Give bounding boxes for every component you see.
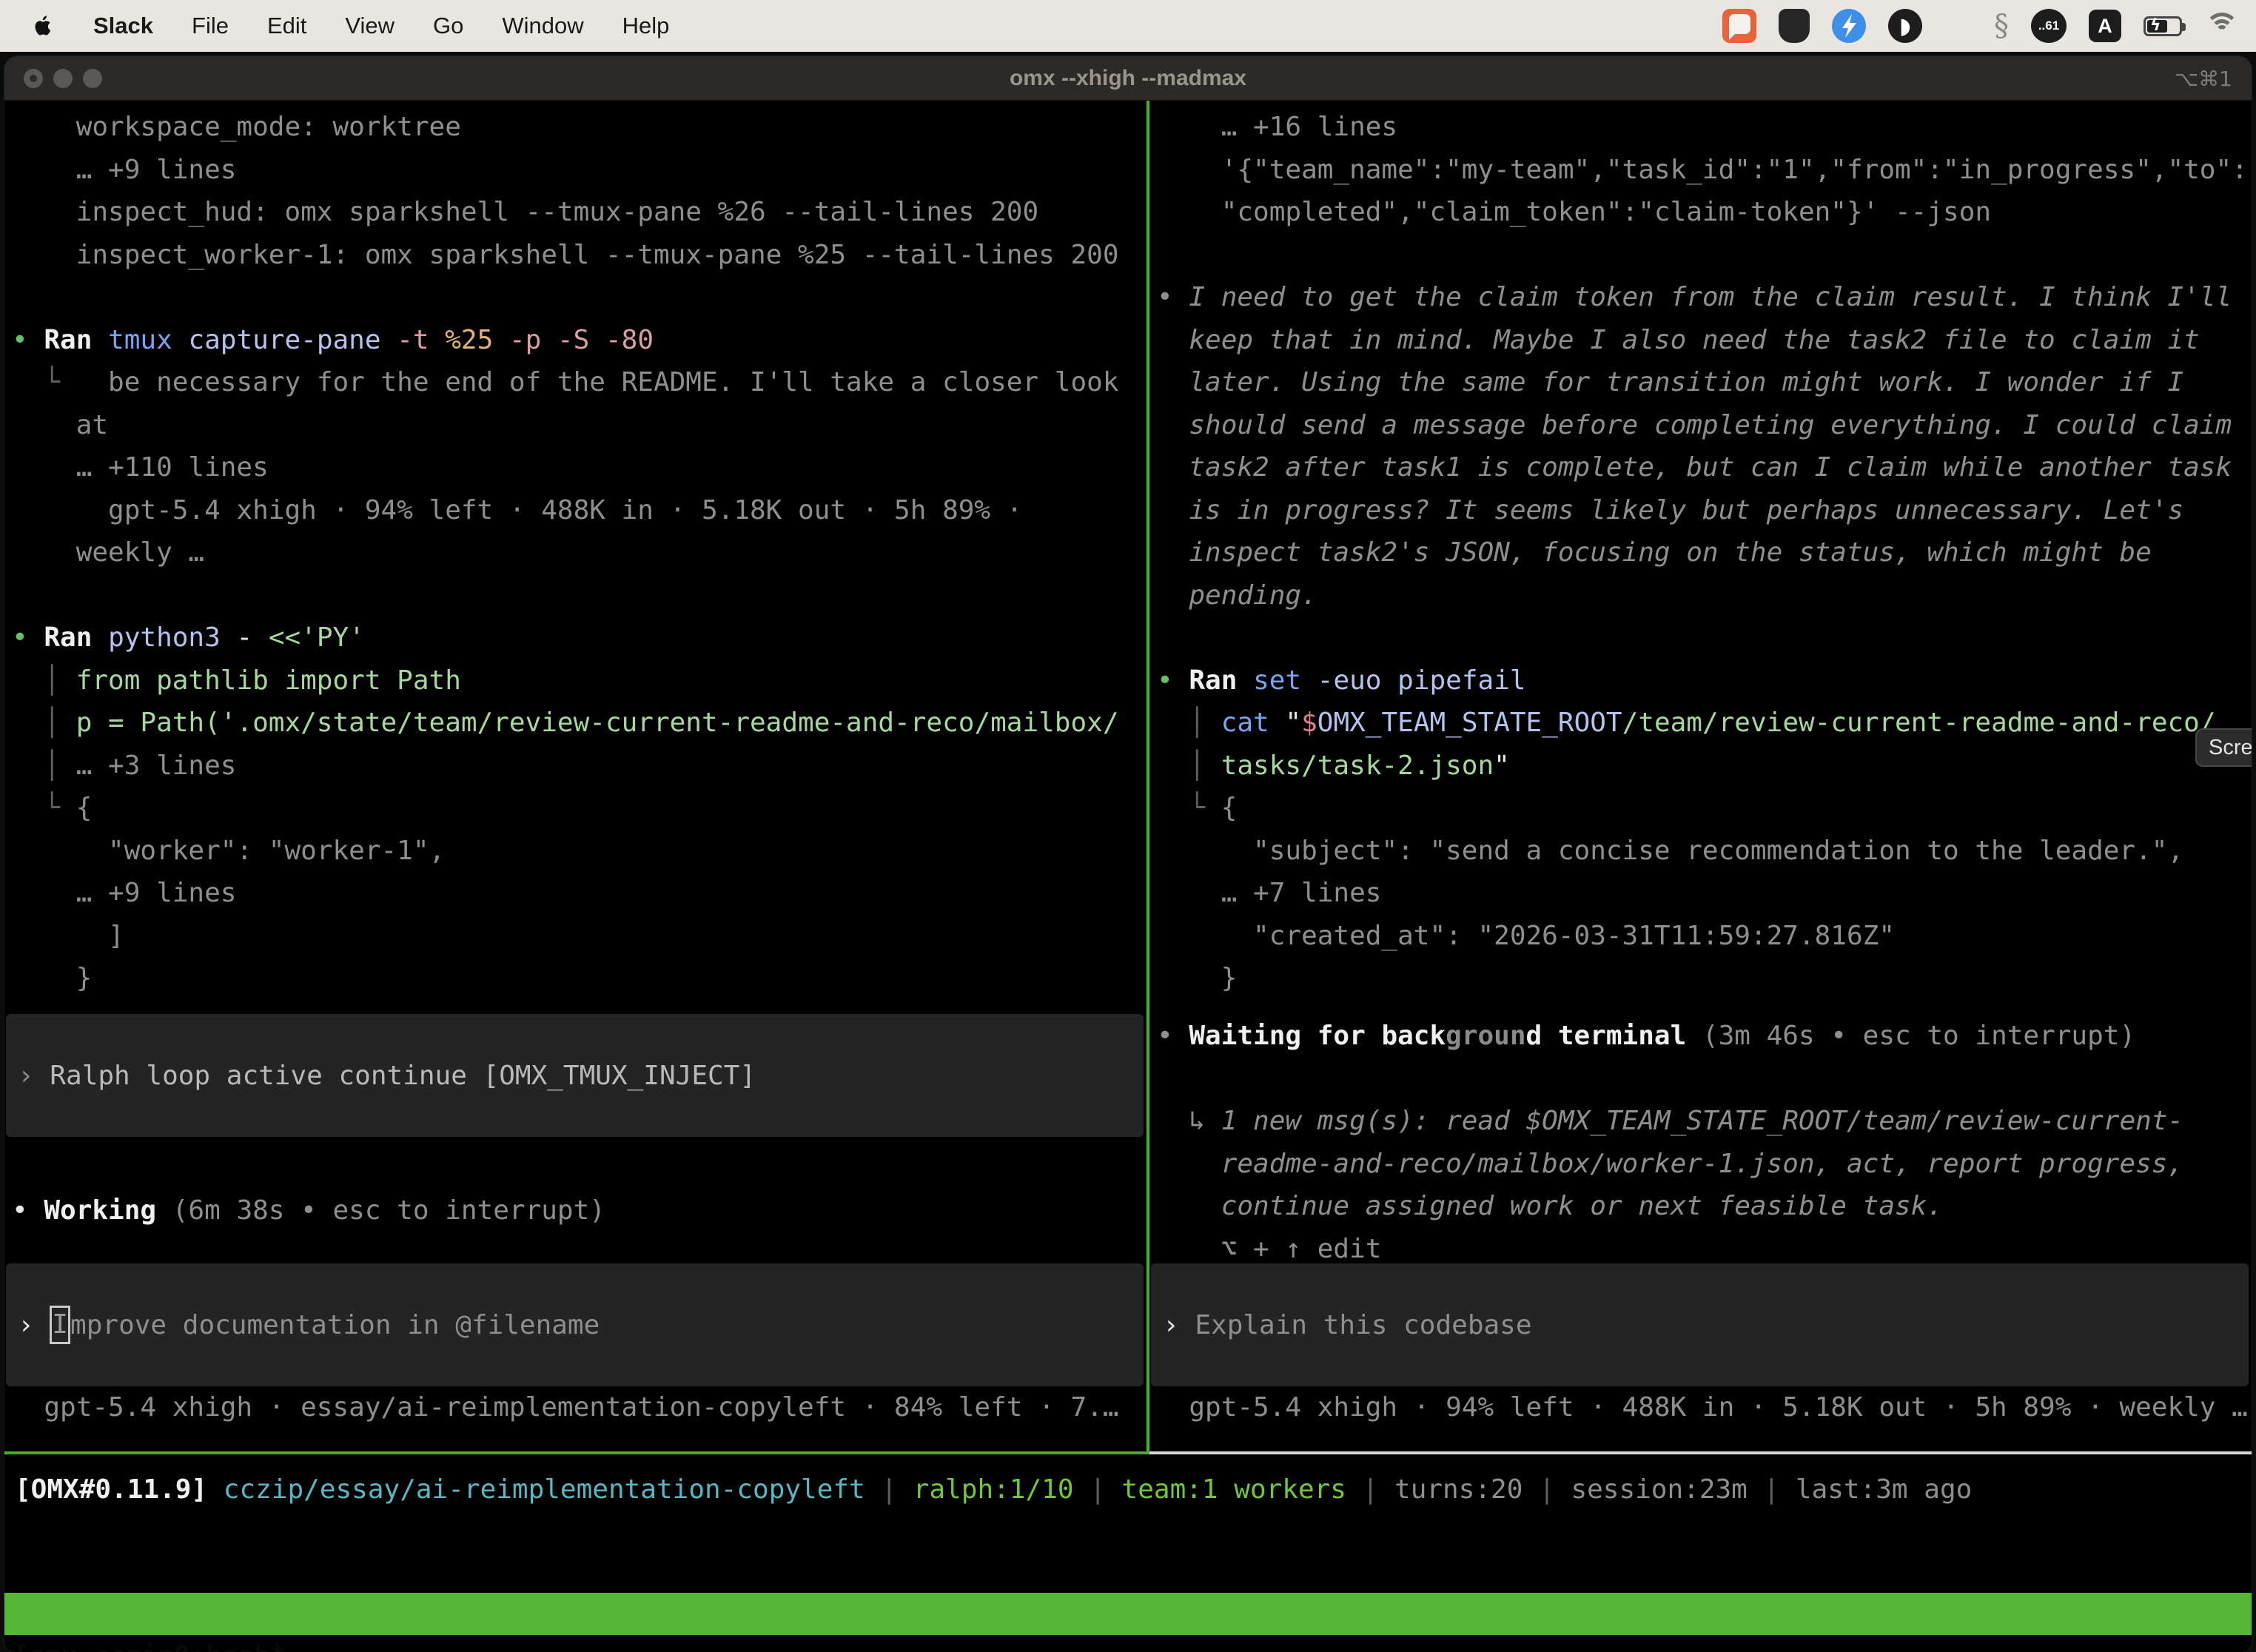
- screen-tooltip: Scre: [2195, 728, 2252, 767]
- terminal-line: │ from pathlib import Path: [12, 659, 1147, 702]
- chat-app-icon[interactable]: [1722, 9, 1756, 43]
- terminal-line: [12, 574, 1147, 617]
- terminal-line: … +7 lines: [1157, 872, 2252, 915]
- shield-grid-icon[interactable]: [1779, 9, 1810, 43]
- menu-item-app[interactable]: Slack: [93, 13, 153, 39]
- right-pane-output: … +16 lines '{"team_name":"my-team","tas…: [1149, 106, 2252, 1000]
- terminal-line: "subject": "send a concise recommendatio…: [1157, 830, 2252, 873]
- blue-bolt-icon[interactable]: [1832, 9, 1866, 43]
- terminal-line: • Ran tmux capture-pane -t %25 -p -S -80: [12, 319, 1147, 362]
- terminal-line: workspace_mode: worktree: [12, 106, 1147, 149]
- right-prompt-input[interactable]: › Explain this codebase: [1151, 1263, 2249, 1386]
- terminal-line: … +16 lines: [1157, 106, 2252, 149]
- terminal-line: │ … +3 lines: [12, 745, 1147, 788]
- window-shortcut-badge: ⌥⌘1: [2175, 56, 2232, 101]
- crescent-icon[interactable]: ◗: [1888, 9, 1922, 43]
- text-cursor: I: [50, 1306, 70, 1344]
- tmux-pane-divider[interactable]: [1147, 101, 1149, 1451]
- right-model-statusline: gpt-5.4 xhigh · 94% left · 488K in · 5.1…: [1149, 1386, 2252, 1429]
- terminal-line: [12, 276, 1147, 319]
- inactive-pane-border: [1149, 1451, 2252, 1454]
- terminal-line: pending.: [1157, 574, 2252, 617]
- menu-item-view[interactable]: View: [345, 13, 395, 39]
- input-placeholder: Explain this codebase: [1195, 1310, 1531, 1340]
- terminal-line: • Waiting for background terminal (3m 46…: [1157, 1015, 2252, 1058]
- terminal-line: "completed","claim_token":"claim-token"}…: [1157, 191, 2252, 234]
- terminal-line: "created_at": "2026-03-31T11:59:27.816Z": [1157, 915, 2252, 958]
- terminal-line: is in progress? It seems likely but perh…: [1157, 489, 2252, 532]
- terminal-line: • Ran python3 - <<'PY': [12, 617, 1147, 659]
- terminal-line: weekly …: [12, 531, 1147, 574]
- terminal-line: readme-and-reco/mailbox/worker-1.json, a…: [1157, 1143, 2252, 1186]
- menu-item-file[interactable]: File: [192, 13, 229, 39]
- terminal-line: inspect task2's JSON, focusing on the st…: [1157, 531, 2252, 574]
- terminal-line: └ be necessary for the end of the README…: [12, 361, 1147, 404]
- terminal-line: later. Using the same for transition mig…: [1157, 361, 2252, 404]
- apple-menu-icon[interactable]: [33, 13, 55, 39]
- terminal-line: task2 after task1 is complete, but can I…: [1157, 446, 2252, 489]
- input-source-icon[interactable]: A: [2089, 10, 2121, 42]
- terminal-line: │ p = Path('.omx/state/team/review-curre…: [12, 702, 1147, 745]
- terminal-pane-hud[interactable]: workspace_mode: worktree … +9 lines insp…: [4, 101, 1147, 1451]
- terminal-line: … +110 lines: [12, 446, 1147, 489]
- terminal-line: gpt-5.4 xhigh · 94% left · 488K in · 5.1…: [12, 489, 1147, 532]
- battery-icon[interactable]: ϟ: [2143, 16, 2182, 36]
- omx-status-line: [OMX#0.11.9] cczip/essay/ai-reimplementa…: [4, 1468, 2252, 1511]
- terminal-pane-worker[interactable]: … +16 lines '{"team_name":"my-team","tas…: [1149, 101, 2252, 1451]
- input-placeholder: mprove documentation in @filename: [70, 1310, 600, 1340]
- window-title: omx --xhigh --madmax: [4, 56, 2252, 101]
- ralph-loop-banner: › Ralph loop active continue [OMX_TMUX_I…: [6, 1014, 1144, 1137]
- terminal-line: "worker": "worker-1",: [12, 830, 1147, 873]
- terminal-line: ↳ 1 new msg(s): read $OMX_TEAM_STATE_ROO…: [1157, 1100, 2252, 1143]
- terminal-line: … +9 lines: [12, 149, 1147, 192]
- menu-item-go[interactable]: Go: [433, 13, 463, 39]
- terminal-line: │ cat "$OMX_TEAM_STATE_ROOT/team/review-…: [1157, 702, 2252, 745]
- terminal-line: keep that in mind. Maybe I also need the…: [1157, 319, 2252, 362]
- terminal-line: [1157, 617, 2252, 659]
- terminal-line: at: [12, 404, 1147, 447]
- terminal-line: └ {: [12, 787, 1147, 830]
- tmux-status-bar: [omx-cczip0:bash* "MacBook-Pro-44.local"…: [4, 1593, 2252, 1635]
- prompt-chevron-icon: ›: [1163, 1310, 1195, 1340]
- tmux-session-label: [omx-cczip0:bash*: [13, 1635, 286, 1652]
- terminal-line: ]: [12, 915, 1147, 958]
- active-pane-border: [4, 1451, 1149, 1454]
- terminal-line: … +9 lines: [12, 872, 1147, 915]
- dots-grid-icon[interactable]: [1944, 13, 1972, 40]
- terminal-line: }: [1157, 957, 2252, 1000]
- terminal-line: └ {: [1157, 787, 2252, 830]
- left-prompt-input[interactable]: › Improve documentation in @filename: [6, 1263, 1144, 1386]
- terminal-line: }: [12, 957, 1147, 1000]
- working-status-line: • Working (6m 38s • esc to interrupt): [4, 1189, 1147, 1232]
- terminal-window: omx --xhigh --madmax ⌥⌘1 workspace_mode:…: [4, 56, 2252, 1652]
- menu-item-help[interactable]: Help: [622, 13, 670, 39]
- prompt-chevron-icon: ›: [18, 1310, 50, 1340]
- wifi-icon[interactable]: [2204, 13, 2240, 39]
- terminal-line: • I need to get the claim token from the…: [1157, 276, 2252, 319]
- terminal-line: • Working (6m 38s • esc to interrupt): [12, 1189, 1147, 1232]
- countdown-badge-icon[interactable]: ..61: [2031, 9, 2067, 43]
- left-pane-output: workspace_mode: worktree … +9 lines insp…: [4, 106, 1147, 1000]
- left-model-statusline: gpt-5.4 xhigh · essay/ai-reimplementatio…: [4, 1386, 1147, 1429]
- terminal-line: [1157, 1058, 2252, 1101]
- window-titlebar[interactable]: omx --xhigh --madmax ⌥⌘1: [4, 56, 2252, 101]
- menu-item-edit[interactable]: Edit: [267, 13, 306, 39]
- terminal-line: │ tasks/task-2.json": [1157, 745, 2252, 788]
- terminal-line: continue assigned work or next feasible …: [1157, 1185, 2252, 1228]
- terminal-line: should send a message before completing …: [1157, 404, 2252, 447]
- section-symbol-icon[interactable]: §: [1994, 9, 2009, 43]
- terminal-line: [1157, 234, 2252, 277]
- terminal-line: inspect_worker-1: omx sparkshell --tmux-…: [12, 234, 1147, 277]
- macos-menu-bar: Slack File Edit View Go Window Help ◗ § …: [0, 0, 2256, 52]
- terminal-line: '{"team_name":"my-team","task_id":"1","f…: [1157, 149, 2252, 192]
- terminal-line: inspect_hud: omx sparkshell --tmux-pane …: [12, 191, 1147, 234]
- terminal-line: • Ran set -euo pipefail: [1157, 659, 2252, 702]
- menu-item-window[interactable]: Window: [502, 13, 583, 39]
- waiting-block: • Waiting for background terminal (3m 46…: [1149, 1015, 2252, 1270]
